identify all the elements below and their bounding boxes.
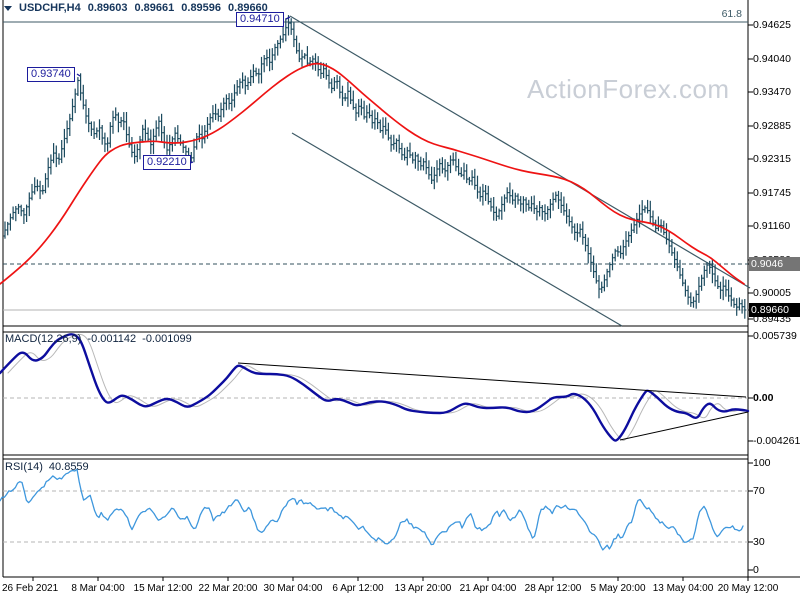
symbol-timeframe: USDCHF,H4 xyxy=(19,2,81,14)
quote-high: 0.89661 xyxy=(134,2,175,14)
swing-high-callout-2: 0.93740 xyxy=(27,67,75,82)
quote-open: 0.89603 xyxy=(87,2,128,14)
collapse-icon[interactable] xyxy=(4,5,12,11)
forex-chart-window: ActionForex.com USDCHF,H4 0.89603 0.8966… xyxy=(0,0,800,600)
chart-header: USDCHF,H4 0.89603 0.89661 0.89596 0.8966… xyxy=(4,1,268,15)
swing-high-callout: 0.94710 xyxy=(236,12,284,27)
resistance-price-tag: 0.9046 xyxy=(749,257,800,271)
main-price-panel[interactable] xyxy=(3,0,748,326)
macd-main-value: -0.001142 xyxy=(87,333,137,345)
fib-level-label: 61.8 xyxy=(721,8,742,20)
macd-name: MACD(12,26,9) xyxy=(5,333,82,345)
watermark: ActionForex.com xyxy=(527,74,730,104)
rsi-label: RSI(14) 40.8559 xyxy=(5,461,89,473)
rsi-name: RSI(14) xyxy=(5,461,43,473)
rsi-value: 40.8559 xyxy=(48,461,89,473)
macd-label: MACD(12,26,9) -0.001142 -0.001099 xyxy=(5,333,192,345)
rsi-panel[interactable] xyxy=(3,459,748,577)
macd-signal-value: -0.001099 xyxy=(142,333,192,345)
quote-low: 0.89596 xyxy=(181,2,222,14)
current-price-tag: 0.89660 xyxy=(749,303,800,317)
swing-low-callout: 0.92210 xyxy=(143,155,191,170)
